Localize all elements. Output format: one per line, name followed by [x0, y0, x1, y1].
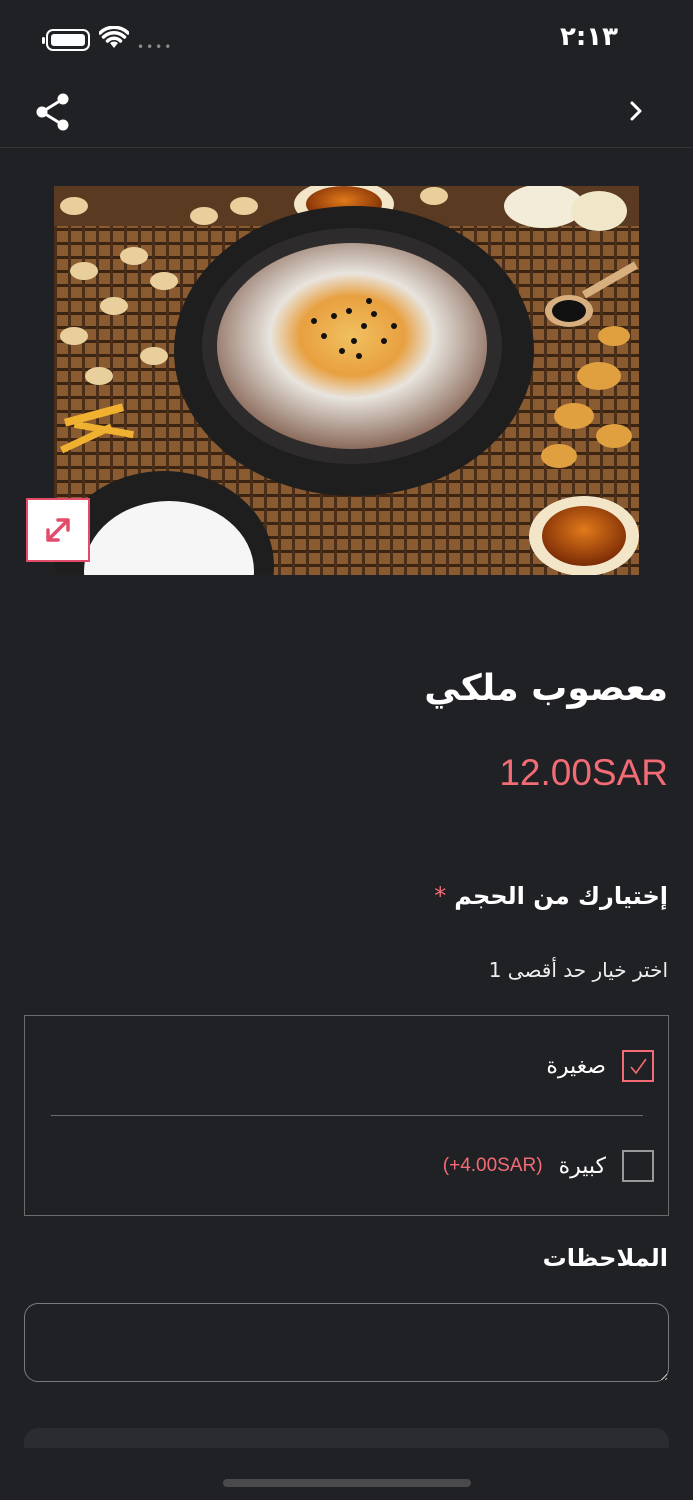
home-indicator[interactable]	[223, 1479, 471, 1487]
option-divider	[51, 1115, 643, 1116]
size-option-small[interactable]: صغيرة	[546, 1046, 654, 1086]
status-time: ٢:١٣	[560, 22, 619, 52]
signal-icon: ••••	[137, 40, 174, 54]
option-label-large: كبيرة	[558, 1153, 606, 1179]
status-bar: •••• ٢:١٣	[0, 0, 693, 78]
product-price: 12.00SAR	[499, 752, 668, 793]
bottom-action-bar[interactable]	[24, 1428, 669, 1448]
notes-label: الملاحظات	[542, 1244, 668, 1272]
share-icon[interactable]	[34, 92, 72, 132]
expand-icon	[46, 518, 70, 542]
notes-input[interactable]	[24, 1303, 669, 1382]
chevron-right-icon[interactable]	[622, 96, 652, 126]
size-options-box: صغيرة كبيرة (+4.00SAR)	[24, 1015, 669, 1216]
product-image[interactable]	[54, 186, 639, 575]
checkbox-large[interactable]	[622, 1150, 654, 1182]
wifi-icon	[99, 26, 129, 48]
checkbox-small[interactable]	[622, 1050, 654, 1082]
size-hint: اختر خيار حد أقصى 1	[488, 958, 668, 982]
product-title: معصوب ملكي	[424, 668, 668, 709]
option-extra-price-large: (+4.00SAR)	[442, 1155, 543, 1176]
size-label-text: إختيارك من الحجم	[454, 882, 668, 910]
required-mark: *	[434, 882, 447, 910]
size-section-label: إختيارك من الحجم*	[434, 882, 668, 910]
expand-image-button[interactable]	[26, 498, 90, 562]
food-photo	[54, 186, 639, 575]
option-label-small: صغيرة	[546, 1053, 606, 1079]
battery-icon	[42, 29, 90, 51]
top-bar	[0, 78, 693, 148]
checkmark-icon	[630, 1058, 647, 1075]
size-option-large[interactable]: كبيرة (+4.00SAR)	[443, 1146, 654, 1186]
